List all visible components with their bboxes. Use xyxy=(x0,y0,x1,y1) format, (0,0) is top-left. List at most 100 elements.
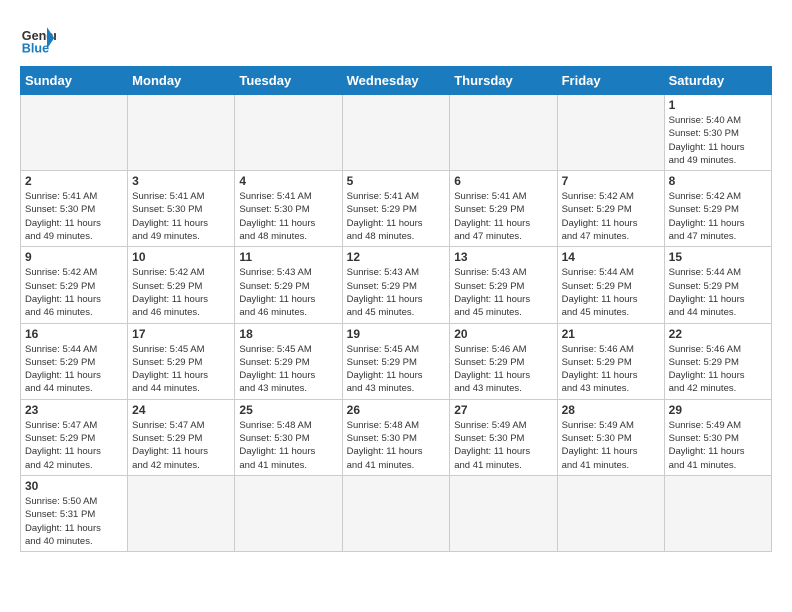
calendar-day-cell: 12 Sunrise: 5:43 AM Sunset: 5:29 PM Dayli… xyxy=(342,247,450,323)
calendar-day-cell xyxy=(450,95,557,171)
day-info: Sunrise: 5:45 AM Sunset: 5:29 PM Dayligh… xyxy=(347,343,446,396)
weekday-header-tuesday: Tuesday xyxy=(235,67,342,95)
weekday-header-sunday: Sunday xyxy=(21,67,128,95)
calendar-day-cell: 3 Sunrise: 5:41 AM Sunset: 5:30 PM Daylig… xyxy=(128,171,235,247)
day-number: 23 xyxy=(25,403,123,417)
day-number: 6 xyxy=(454,174,552,188)
day-number: 7 xyxy=(562,174,660,188)
day-number: 21 xyxy=(562,327,660,341)
day-number: 11 xyxy=(239,250,337,264)
calendar-day-cell xyxy=(21,95,128,171)
day-number: 4 xyxy=(239,174,337,188)
day-info: Sunrise: 5:45 AM Sunset: 5:29 PM Dayligh… xyxy=(239,343,337,396)
calendar-day-cell: 11 Sunrise: 5:43 AM Sunset: 5:29 PM Dayli… xyxy=(235,247,342,323)
calendar-day-cell xyxy=(557,475,664,551)
calendar-table: SundayMondayTuesdayWednesdayThursdayFrid… xyxy=(20,66,772,552)
calendar-day-cell: 25Sunrise: 5:48 AM Sunset: 5:30 PM Dayli… xyxy=(235,399,342,475)
day-info: Sunrise: 5:50 AM Sunset: 5:31 PM Dayligh… xyxy=(25,495,123,548)
day-number: 5 xyxy=(347,174,446,188)
day-info: Sunrise: 5:44 AM Sunset: 5:29 PM Dayligh… xyxy=(669,266,767,319)
day-info: Sunrise: 5:47 AM Sunset: 5:29 PM Dayligh… xyxy=(25,419,123,472)
calendar-day-cell: 29 Sunrise: 5:49 AM Sunset: 5:30 PM Dayli… xyxy=(664,399,771,475)
calendar-header-row: SundayMondayTuesdayWednesdayThursdayFrid… xyxy=(21,67,772,95)
day-number: 13 xyxy=(454,250,552,264)
calendar-day-cell: 16Sunrise: 5:44 AM Sunset: 5:29 PM Dayli… xyxy=(21,323,128,399)
day-number: 18 xyxy=(239,327,337,341)
day-info: Sunrise: 5:43 AM Sunset: 5:29 PM Dayligh… xyxy=(454,266,552,319)
day-info: Sunrise: 5:46 AM Sunset: 5:29 PM Dayligh… xyxy=(454,343,552,396)
day-number: 12 xyxy=(347,250,446,264)
calendar-day-cell: 28 Sunrise: 5:49 AM Sunset: 5:30 PM Dayli… xyxy=(557,399,664,475)
day-number: 15 xyxy=(669,250,767,264)
day-info: Sunrise: 5:42 AM Sunset: 5:29 PM Dayligh… xyxy=(132,266,230,319)
calendar-day-cell: 27Sunrise: 5:49 AM Sunset: 5:30 PM Dayli… xyxy=(450,399,557,475)
day-number: 14 xyxy=(562,250,660,264)
day-number: 9 xyxy=(25,250,123,264)
calendar-day-cell: 30Sunrise: 5:50 AM Sunset: 5:31 PM Dayli… xyxy=(21,475,128,551)
calendar-day-cell xyxy=(450,475,557,551)
calendar-day-cell xyxy=(557,95,664,171)
logo: General Blue xyxy=(20,20,56,56)
day-number: 2 xyxy=(25,174,123,188)
calendar-day-cell xyxy=(664,475,771,551)
calendar-day-cell: 17Sunrise: 5:45 AM Sunset: 5:29 PM Dayli… xyxy=(128,323,235,399)
day-number: 3 xyxy=(132,174,230,188)
day-number: 29 xyxy=(669,403,767,417)
calendar-day-cell: 22 Sunrise: 5:46 AM Sunset: 5:29 PM Dayli… xyxy=(664,323,771,399)
day-info: Sunrise: 5:46 AM Sunset: 5:29 PM Dayligh… xyxy=(562,343,660,396)
calendar-week-row: 2 Sunrise: 5:41 AM Sunset: 5:30 PM Daylig… xyxy=(21,171,772,247)
day-info: Sunrise: 5:41 AM Sunset: 5:29 PM Dayligh… xyxy=(347,190,446,243)
day-info: Sunrise: 5:43 AM Sunset: 5:29 PM Dayligh… xyxy=(239,266,337,319)
day-info: Sunrise: 5:42 AM Sunset: 5:29 PM Dayligh… xyxy=(25,266,123,319)
calendar-day-cell: 8 Sunrise: 5:42 AM Sunset: 5:29 PM Daylig… xyxy=(664,171,771,247)
day-info: Sunrise: 5:41 AM Sunset: 5:30 PM Dayligh… xyxy=(25,190,123,243)
calendar-day-cell xyxy=(235,475,342,551)
calendar-day-cell: 1Sunrise: 5:40 AM Sunset: 5:30 PM Daylig… xyxy=(664,95,771,171)
calendar-day-cell xyxy=(342,95,450,171)
day-number: 24 xyxy=(132,403,230,417)
page-header: General Blue xyxy=(20,20,772,56)
calendar-day-cell: 10 Sunrise: 5:42 AM Sunset: 5:29 PM Dayli… xyxy=(128,247,235,323)
weekday-header-friday: Friday xyxy=(557,67,664,95)
calendar-day-cell: 5 Sunrise: 5:41 AM Sunset: 5:29 PM Daylig… xyxy=(342,171,450,247)
calendar-day-cell: 23 Sunrise: 5:47 AM Sunset: 5:29 PM Dayli… xyxy=(21,399,128,475)
day-number: 10 xyxy=(132,250,230,264)
day-number: 25 xyxy=(239,403,337,417)
svg-text:Blue: Blue xyxy=(22,41,49,55)
weekday-header-thursday: Thursday xyxy=(450,67,557,95)
day-info: Sunrise: 5:45 AM Sunset: 5:29 PM Dayligh… xyxy=(132,343,230,396)
day-info: Sunrise: 5:43 AM Sunset: 5:29 PM Dayligh… xyxy=(347,266,446,319)
day-info: Sunrise: 5:46 AM Sunset: 5:29 PM Dayligh… xyxy=(669,343,767,396)
day-info: Sunrise: 5:41 AM Sunset: 5:29 PM Dayligh… xyxy=(454,190,552,243)
calendar-day-cell: 9 Sunrise: 5:42 AM Sunset: 5:29 PM Daylig… xyxy=(21,247,128,323)
day-number: 8 xyxy=(669,174,767,188)
calendar-day-cell xyxy=(128,95,235,171)
calendar-day-cell: 7 Sunrise: 5:42 AM Sunset: 5:29 PM Daylig… xyxy=(557,171,664,247)
calendar-week-row: 16Sunrise: 5:44 AM Sunset: 5:29 PM Dayli… xyxy=(21,323,772,399)
day-info: Sunrise: 5:44 AM Sunset: 5:29 PM Dayligh… xyxy=(25,343,123,396)
calendar-day-cell: 14 Sunrise: 5:44 AM Sunset: 5:29 PM Dayli… xyxy=(557,247,664,323)
day-number: 28 xyxy=(562,403,660,417)
day-info: Sunrise: 5:49 AM Sunset: 5:30 PM Dayligh… xyxy=(562,419,660,472)
calendar-day-cell: 21 Sunrise: 5:46 AM Sunset: 5:29 PM Dayli… xyxy=(557,323,664,399)
calendar-day-cell xyxy=(128,475,235,551)
day-number: 20 xyxy=(454,327,552,341)
calendar-day-cell: 2 Sunrise: 5:41 AM Sunset: 5:30 PM Daylig… xyxy=(21,171,128,247)
day-number: 22 xyxy=(669,327,767,341)
calendar-week-row: 9 Sunrise: 5:42 AM Sunset: 5:29 PM Daylig… xyxy=(21,247,772,323)
day-info: Sunrise: 5:49 AM Sunset: 5:30 PM Dayligh… xyxy=(454,419,552,472)
day-info: Sunrise: 5:42 AM Sunset: 5:29 PM Dayligh… xyxy=(669,190,767,243)
calendar-week-row: 30Sunrise: 5:50 AM Sunset: 5:31 PM Dayli… xyxy=(21,475,772,551)
day-info: Sunrise: 5:41 AM Sunset: 5:30 PM Dayligh… xyxy=(132,190,230,243)
calendar-day-cell: 4 Sunrise: 5:41 AM Sunset: 5:30 PM Daylig… xyxy=(235,171,342,247)
calendar-day-cell: 20 Sunrise: 5:46 AM Sunset: 5:29 PM Dayli… xyxy=(450,323,557,399)
day-info: Sunrise: 5:49 AM Sunset: 5:30 PM Dayligh… xyxy=(669,419,767,472)
calendar-day-cell: 15 Sunrise: 5:44 AM Sunset: 5:29 PM Dayli… xyxy=(664,247,771,323)
day-info: Sunrise: 5:44 AM Sunset: 5:29 PM Dayligh… xyxy=(562,266,660,319)
weekday-header-saturday: Saturday xyxy=(664,67,771,95)
day-info: Sunrise: 5:41 AM Sunset: 5:30 PM Dayligh… xyxy=(239,190,337,243)
day-info: Sunrise: 5:42 AM Sunset: 5:29 PM Dayligh… xyxy=(562,190,660,243)
day-info: Sunrise: 5:47 AM Sunset: 5:29 PM Dayligh… xyxy=(132,419,230,472)
logo-icon: General Blue xyxy=(20,20,56,56)
day-number: 19 xyxy=(347,327,446,341)
